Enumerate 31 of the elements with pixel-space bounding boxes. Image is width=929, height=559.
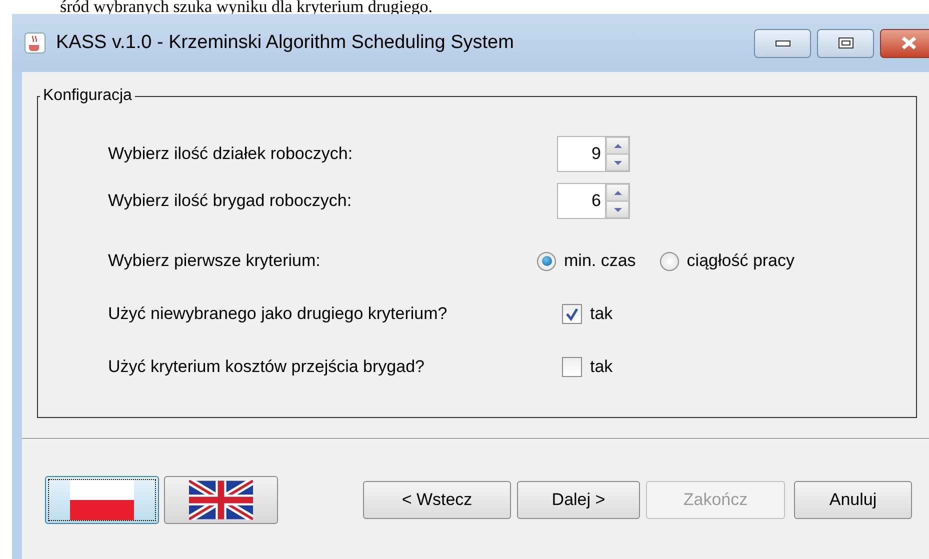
field-label: Użyć niewybranego jako drugiego kryterium? (108, 303, 448, 326)
option-label: tak (590, 356, 613, 378)
number-spinner[interactable]: 9 (557, 136, 630, 172)
coffee-cup-icon (24, 32, 46, 54)
field-label: Użyć kryterium kosztów przejścia brygad? (108, 356, 426, 378)
poland-flag-icon (70, 480, 134, 520)
number-spinner[interactable]: 6 (557, 183, 630, 219)
language-button[interactable] (45, 476, 159, 524)
field-label: Wybierz ilość brygad roboczych: (108, 190, 353, 212)
uk-flag-icon (189, 480, 253, 520)
maximize-button[interactable] (817, 28, 874, 58)
minimize-button[interactable] (754, 28, 811, 58)
radio-selected[interactable] (537, 252, 556, 270)
language-button[interactable] (164, 476, 278, 524)
checkbox[interactable] (562, 357, 582, 377)
nav-button[interactable]: Dalej > (517, 481, 640, 519)
maximize-icon (838, 37, 854, 49)
radio-button[interactable] (660, 252, 679, 270)
window-title: KASS v.1.0 - Krzeminski Algorithm Scheduling System (56, 30, 514, 55)
minimize-icon (774, 39, 790, 47)
close-icon (900, 36, 918, 50)
option-label: ciągłość pracy (686, 250, 795, 272)
nav-button: Zakończ (646, 481, 785, 519)
option-label: min. czas (564, 250, 636, 272)
field-label: Wybierz ilość działek roboczych: (108, 143, 354, 166)
option-label: tak (590, 303, 613, 326)
checkbox-checked[interactable] (562, 304, 582, 324)
close-button[interactable] (880, 28, 929, 58)
nav-button[interactable]: Anuluj (794, 481, 912, 519)
field-label: Wybierz pierwsze kryterium: (108, 250, 322, 272)
nav-button[interactable]: < Wstecz (363, 481, 511, 519)
